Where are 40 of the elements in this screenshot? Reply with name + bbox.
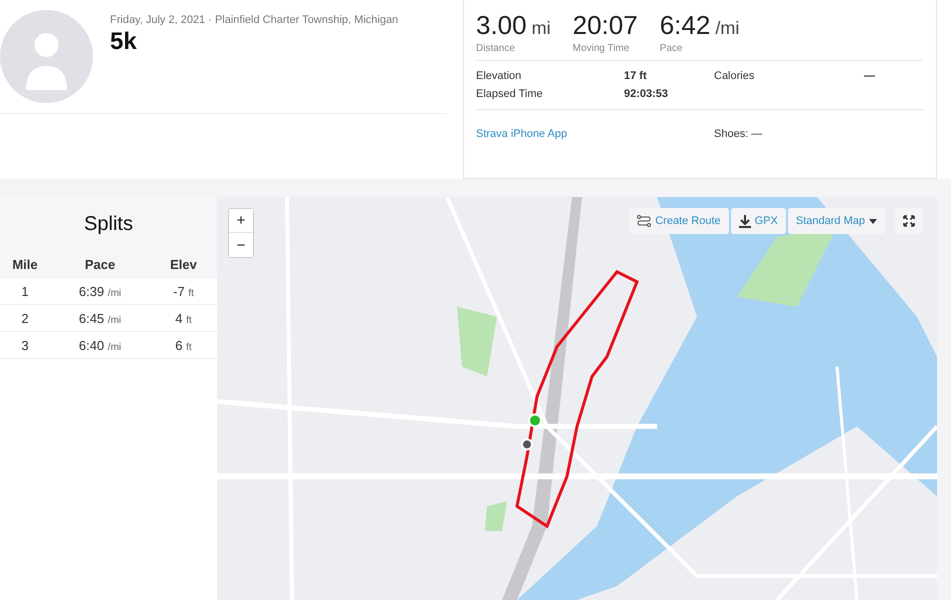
download-icon — [738, 214, 751, 228]
zoom-in-button[interactable]: + — [229, 209, 253, 233]
column-header: Pace — [84, 256, 116, 272]
table-cell-text: 6:39 /mi — [78, 284, 122, 298]
stat-unit: mi — [530, 18, 551, 38]
device-link[interactable]: Strava iPhone App — [476, 128, 714, 140]
stat-label: Calories — [714, 70, 756, 82]
stat-value: 17 ft — [624, 70, 648, 82]
table-cell-text: 3 — [20, 338, 30, 352]
stat-label: Elevation — [476, 70, 522, 82]
create-route-button[interactable]: Create Route — [629, 208, 729, 234]
gpx-button[interactable]: GPX — [730, 208, 786, 234]
fullscreen-button[interactable] — [895, 208, 923, 234]
table-cell-text: 1 — [20, 284, 30, 298]
activity-title: 5k — [110, 28, 138, 56]
stat-value: 20:07 — [572, 10, 638, 40]
table-cell-text: 6 ft — [174, 338, 193, 352]
stat-label: Moving Time — [572, 43, 630, 54]
stat-label: Elapsed Time — [476, 88, 544, 100]
caret-icon — [869, 218, 877, 224]
table-cell-text: -7 ft — [172, 284, 195, 298]
shoes-text: Shoes: — — [714, 128, 764, 140]
activity-meta: Friday, July 2, 2021 · Plainfield Charter Township, Michigan — [110, 14, 398, 26]
stat-label: Pace — [660, 43, 684, 54]
table-cell-text: 2 — [20, 310, 30, 326]
table-cell-text: 4 ft — [174, 310, 193, 326]
stat-value: — — [864, 70, 876, 82]
stat-value: 6:42 — [660, 10, 710, 40]
splits-title: Splits — [0, 197, 217, 251]
table-cell-text: 6:40 /mi — [78, 338, 122, 352]
stat-value: 92:03:53 — [624, 88, 670, 100]
stat-label: Distance — [476, 43, 516, 54]
column-header: Elev — [169, 256, 198, 272]
map-style-dropdown[interactable]: Standard Map — [788, 208, 885, 234]
table-cell-text: 6:45 /mi — [78, 310, 122, 326]
route-icon — [637, 215, 652, 227]
stat-value: 3.00 — [476, 10, 527, 40]
column-header: Mile — [11, 256, 39, 272]
fullscreen-icon — [903, 215, 915, 227]
stat-unit: /mi — [714, 18, 740, 38]
